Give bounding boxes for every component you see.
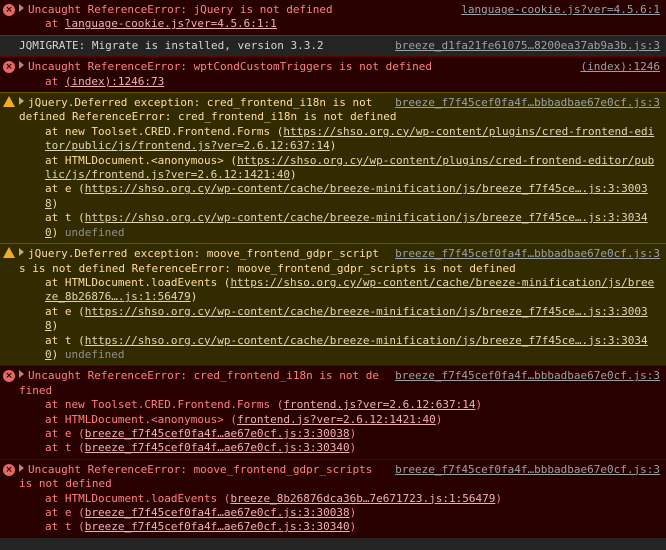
- stack-frame: at new Toolset.CRED.Frontend.Forms (fron…: [19, 398, 660, 412]
- stack-link[interactable]: (index):1246:73: [65, 75, 164, 88]
- error-text: Uncaught ReferenceError: jQuery is not d…: [28, 3, 333, 16]
- error-icon: ×: [3, 370, 15, 383]
- stack-frame: at e (https://shso.org.cy/wp-content/cac…: [19, 305, 660, 334]
- stack-suffix: ): [51, 319, 59, 333]
- error-icon: ×: [3, 463, 15, 476]
- console-message-error[interactable]: × (index):1246 Uncaught ReferenceError: …: [0, 56, 666, 93]
- stack-prefix: at t (: [45, 520, 85, 534]
- stack-suffix: ): [435, 412, 443, 426]
- stack-prefix: at e (: [45, 182, 85, 196]
- console-message-error[interactable]: × breeze_f7f45cef0fa4f…bbbadbae67e0cf.js…: [0, 458, 666, 538]
- stack-link[interactable]: breeze_f7f45cef0fa4f…ae67e0cf.js:3:30340: [85, 520, 350, 533]
- stack-prefix: at e (: [45, 506, 85, 519]
- stack-suffix: ): [51, 196, 59, 210]
- stack-frame: at t (breeze_f7f45cef0fa4f…ae67e0cf.js:3…: [19, 441, 660, 455]
- stack-prefix: at: [45, 17, 59, 31]
- source-link[interactable]: breeze_f7f45cef0fa4f…bbbadbae67e0cf.js:3: [395, 247, 660, 261]
- warning-icon: [3, 96, 15, 108]
- stack-prefix: at HTMLDocument.loadEvents (: [45, 491, 231, 505]
- stack-link[interactable]: language-cookie.js?ver=4.5.6:1:1: [65, 17, 277, 30]
- stack-link[interactable]: https://shso.org.cy/wp-content/cache/bre…: [45, 182, 648, 209]
- stack-link[interactable]: breeze_f7f45cef0fa4f…ae67e0cf.js:3:30038: [85, 506, 350, 519]
- stack-prefix: at: [45, 74, 59, 88]
- stack-link[interactable]: https://shso.org.cy/wp-content/cache/bre…: [45, 334, 648, 361]
- stack-suffix: ): [349, 441, 357, 455]
- source-link[interactable]: breeze_f7f45cef0fa4f…bbbadbae67e0cf.js:3: [395, 463, 660, 477]
- stack-link[interactable]: breeze_8b26876dca36b…7e671723.js:1:56479: [230, 492, 495, 505]
- console-message-log[interactable]: breeze_d1fa21fe61075…8200ea37ab9a3b.js:3…: [0, 34, 666, 57]
- stack-prefix: at t (: [45, 333, 85, 347]
- expand-triangle-icon[interactable]: [19, 370, 24, 379]
- error-text: Uncaught ReferenceError: wptCondCustomTr…: [28, 60, 432, 74]
- console-message-error[interactable]: × breeze_f7f45cef0fa4f…bbbadbae67e0cf.js…: [0, 365, 666, 459]
- error-text: Uncaught ReferenceError: cred_frontend_i…: [19, 369, 379, 397]
- stack-suffix: ): [495, 491, 502, 505]
- stack-frame: at (index):1246:73: [19, 75, 660, 89]
- stack-prefix: at HTMLDocument.<anonymous> (: [45, 153, 238, 167]
- stack-prefix: at new Toolset.CRED.Frontend.Forms (: [45, 398, 284, 412]
- warning-icon: [3, 247, 15, 259]
- error-icon: ×: [3, 4, 15, 16]
- stack-prefix: at t (: [45, 211, 85, 225]
- stack-link[interactable]: frontend.js?ver=2.6.12:1421:40: [237, 413, 436, 426]
- stack-prefix: at e (: [45, 304, 85, 318]
- source-link[interactable]: breeze_f7f45cef0fa4f…bbbadbae67e0cf.js:3: [395, 96, 660, 110]
- console-message-warning[interactable]: breeze_f7f45cef0fa4f…bbbadbae67e0cf.js:3…: [0, 243, 666, 366]
- stack-link[interactable]: breeze_f7f45cef0fa4f…ae67e0cf.js:3:30038: [85, 427, 350, 440]
- expand-triangle-icon[interactable]: [19, 4, 24, 12]
- devtools-console: × language-cookie.js?ver=4.5.6:1 Uncaugh…: [0, 0, 666, 550]
- expand-triangle-icon[interactable]: [19, 463, 24, 472]
- stack-suffix: ): [349, 520, 357, 534]
- stack-link[interactable]: https://shso.org.cy/wp-content/cache/bre…: [45, 211, 648, 238]
- stack-prefix: at new Toolset.CRED.Frontend.Forms (: [45, 124, 284, 138]
- error-icon: ×: [3, 61, 15, 74]
- stack-suffix: ): [190, 290, 198, 304]
- stack-frame: at e (breeze_f7f45cef0fa4f…ae67e0cf.js:3…: [19, 427, 660, 441]
- source-link[interactable]: breeze_f7f45cef0fa4f…bbbadbae67e0cf.js:3: [395, 369, 660, 383]
- stack-frame: at HTMLDocument.loadEvents (https://shso…: [19, 276, 660, 305]
- stack-frame: at HTMLDocument.loadEvents (breeze_8b268…: [19, 492, 660, 506]
- stack-frame: at language-cookie.js?ver=4.5.6:1:1: [19, 17, 660, 31]
- stack-frame: at t (https://shso.org.cy/wp-content/cac…: [19, 211, 660, 240]
- stack-link[interactable]: breeze_f7f45cef0fa4f…ae67e0cf.js:3:30340: [85, 441, 350, 454]
- stack-frame: at e (breeze_f7f45cef0fa4f…ae67e0cf.js:3…: [19, 506, 660, 520]
- stack-suffix: ): [349, 506, 357, 519]
- stack-suffix: ): [329, 139, 337, 153]
- stack-frame: at t (https://shso.org.cy/wp-content/cac…: [19, 334, 660, 363]
- undefined-value: undefined: [64, 347, 125, 361]
- warning-text: jQuery.Deferred exception: cred_frontend…: [19, 96, 397, 124]
- stack-frame: at t (breeze_f7f45cef0fa4f…ae67e0cf.js:3…: [19, 520, 660, 534]
- source-link[interactable]: (index):1246: [581, 60, 660, 74]
- stack-suffix: ): [475, 398, 483, 412]
- expand-triangle-icon[interactable]: [19, 97, 24, 106]
- console-message-error[interactable]: × language-cookie.js?ver=4.5.6:1 Uncaugh…: [0, 0, 666, 35]
- error-text: Uncaught ReferenceError: moove_frontend_…: [19, 462, 379, 491]
- stack-prefix: at e (: [45, 426, 85, 440]
- stack-suffix: ): [290, 168, 297, 182]
- expand-triangle-icon[interactable]: [19, 61, 24, 70]
- source-link[interactable]: language-cookie.js?ver=4.5.6:1: [461, 3, 660, 17]
- stack-link[interactable]: https://shso.org.cy/wp-content/cache/bre…: [45, 305, 648, 332]
- stack-suffix: ): [349, 426, 357, 440]
- stack-suffix: ): [51, 347, 59, 361]
- stack-frame: at e (https://shso.org.cy/wp-content/cac…: [19, 182, 660, 211]
- stack-link[interactable]: frontend.js?ver=2.6.12:637:14: [283, 398, 475, 411]
- stack-frame: at HTMLDocument.<anonymous> (frontend.js…: [19, 413, 660, 427]
- stack-prefix: at HTMLDocument.<anonymous> (: [45, 412, 238, 426]
- stack-frame: at HTMLDocument.<anonymous> (https://shs…: [19, 154, 660, 183]
- stack-frame: at new Toolset.CRED.Frontend.Forms (http…: [19, 125, 660, 154]
- message-text: Uncaught ReferenceError: wptCondCustomTr…: [19, 60, 660, 74]
- source-link[interactable]: breeze_d1fa21fe61075…8200ea37ab9a3b.js:3: [395, 39, 660, 53]
- undefined-value: undefined: [64, 225, 125, 239]
- console-message-warning[interactable]: breeze_f7f45cef0fa4f…bbbadbae67e0cf.js:3…: [0, 92, 666, 244]
- stack-prefix: at t (: [45, 441, 85, 455]
- expand-triangle-icon[interactable]: [19, 248, 24, 257]
- stack-prefix: at HTMLDocument.loadEvents (: [45, 275, 231, 289]
- stack-suffix: ): [51, 225, 59, 239]
